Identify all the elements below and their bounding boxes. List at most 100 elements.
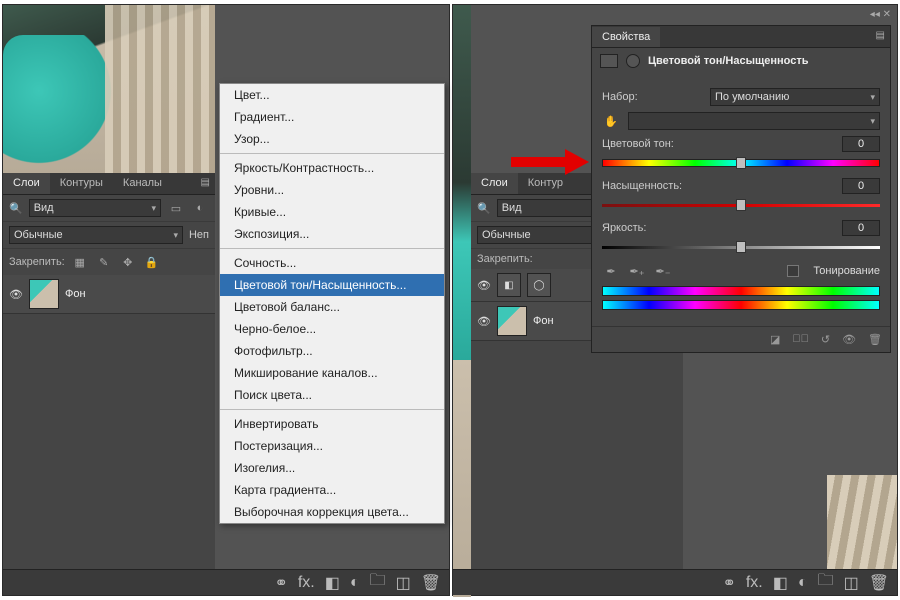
tab-channels[interactable]: Каналы: [113, 173, 172, 194]
saturation-slider[interactable]: [602, 200, 880, 210]
properties-panel: Свойства ▤ Цветовой тон/Насыщенность Наб…: [591, 25, 891, 353]
clip-to-layer-icon[interactable]: ◪: [770, 333, 780, 346]
layers-panel: Слои Контуры Каналы ▤ 🔍 Вид ▭ ◐ Обычные …: [3, 173, 215, 585]
channel-dropdown[interactable]: [628, 112, 880, 130]
panel-menu-icon[interactable]: ▤: [876, 30, 886, 41]
filter-image-icon[interactable]: ▭: [167, 199, 185, 217]
adjustment-title: Цветовой тон/Насыщенность: [592, 48, 890, 74]
opacity-label: Неп: [189, 229, 209, 241]
layer-name-label: Фон: [65, 288, 86, 300]
menu-invert[interactable]: Инвертировать: [220, 413, 444, 435]
colorize-label: Тонирование: [813, 265, 880, 277]
reset-icon[interactable]: ↺: [821, 333, 830, 346]
mask-thumbnail[interactable]: ◯: [527, 273, 551, 297]
search-icon: 🔍: [9, 202, 23, 215]
layer-name-label: Фон: [533, 315, 554, 327]
menu-photo-filter[interactable]: Фотофильтр...: [220, 340, 444, 362]
layer-filter-dropdown[interactable]: Вид: [29, 199, 161, 217]
tab-properties[interactable]: Свойства: [592, 27, 660, 47]
hue-value[interactable]: 0: [842, 136, 880, 152]
new-layer-icon[interactable]: ◫: [396, 573, 411, 593]
adjustment-icon[interactable]: ◐: [798, 574, 808, 592]
panel-collapse-controls[interactable]: ◂◂ ✕: [591, 9, 891, 23]
tab-paths[interactable]: Контуры: [50, 173, 113, 194]
tab-paths[interactable]: Контур: [518, 173, 573, 194]
hue-slider[interactable]: [602, 158, 880, 168]
tab-layers[interactable]: Слои: [3, 173, 50, 194]
menu-hue-saturation[interactable]: Цветовой тон/Насыщенность...: [220, 274, 444, 296]
trash-icon[interactable]: 🗑: [421, 573, 441, 593]
mask-icon: [626, 54, 640, 68]
mask-icon[interactable]: ◧: [325, 573, 340, 593]
blend-mode-dropdown[interactable]: Обычные: [9, 226, 183, 244]
menu-selective-color[interactable]: Выборочная коррекция цвета...: [220, 501, 444, 523]
visibility-icon[interactable]: 👁: [9, 288, 23, 301]
menu-exposure[interactable]: Экспозиция...: [220, 223, 444, 245]
menu-separator: [220, 409, 444, 410]
saturation-value[interactable]: 0: [842, 178, 880, 194]
hue-label: Цветовой тон:: [602, 138, 702, 150]
properties-bottom-bar: ◪ 👁⃒ ↺ 👁 🗑: [592, 326, 890, 352]
search-icon: 🔍: [477, 202, 491, 215]
menu-separator: [220, 248, 444, 249]
menu-curves[interactable]: Кривые...: [220, 201, 444, 223]
new-layer-icon[interactable]: ◫: [844, 573, 859, 593]
lock-move-icon[interactable]: ✥: [119, 253, 137, 271]
menu-color-lookup[interactable]: Поиск цвета...: [220, 384, 444, 406]
visibility-icon[interactable]: 👁: [477, 315, 491, 328]
mask-icon[interactable]: ◧: [773, 573, 788, 593]
menu-gradient-map[interactable]: Карта градиента...: [220, 479, 444, 501]
filter-adjust-icon[interactable]: ◐: [191, 199, 209, 217]
eyedropper-minus-icon[interactable]: ✒₋: [654, 262, 672, 280]
menu-gradient[interactable]: Градиент...: [220, 106, 444, 128]
menu-threshold[interactable]: Изогелия...: [220, 457, 444, 479]
lightness-slider[interactable]: [602, 242, 880, 252]
folder-icon[interactable]: 🗀: [370, 569, 386, 596]
menu-color-balance[interactable]: Цветовой баланс...: [220, 296, 444, 318]
link-layers-icon[interactable]: ⚭: [274, 573, 287, 593]
lock-pixels-icon[interactable]: ▦: [71, 253, 89, 271]
layers-bottom-bar: ⚭ fx. ◧ ◐ 🗀 ◫ 🗑: [3, 569, 449, 595]
tab-layers[interactable]: Слои: [471, 173, 518, 194]
lock-label: Закрепить:: [477, 253, 533, 265]
colorize-checkbox[interactable]: [787, 265, 799, 277]
fx-icon[interactable]: fx.: [746, 574, 763, 592]
lock-brush-icon[interactable]: ✎: [95, 253, 113, 271]
toggle-visibility-icon[interactable]: 👁: [842, 333, 856, 346]
view-previous-icon[interactable]: 👁⃒: [792, 333, 809, 346]
lightness-value[interactable]: 0: [842, 220, 880, 236]
folder-icon[interactable]: 🗀: [818, 569, 834, 596]
layer-thumbnail[interactable]: [29, 279, 59, 309]
menu-brightness[interactable]: Яркость/Контрастность...: [220, 157, 444, 179]
color-range-bar-top: [602, 286, 880, 296]
visibility-icon[interactable]: 👁: [477, 279, 491, 292]
delete-adjustment-icon[interactable]: 🗑: [868, 333, 882, 346]
saturation-label: Насыщенность:: [602, 180, 702, 192]
menu-levels[interactable]: Уровни...: [220, 179, 444, 201]
panel-tabs: Слои Контуры Каналы ▤: [3, 173, 215, 195]
menu-vibrance[interactable]: Сочность...: [220, 252, 444, 274]
panel-menu-icon[interactable]: ▤: [201, 177, 211, 188]
adjustment-thumbnail[interactable]: ◧: [497, 273, 521, 297]
menu-black-white[interactable]: Черно-белое...: [220, 318, 444, 340]
menu-channel-mixer[interactable]: Микширование каналов...: [220, 362, 444, 384]
adjustment-context-menu: Цвет... Градиент... Узор... Яркость/Конт…: [219, 83, 445, 524]
layer-row-background[interactable]: 👁 Фон: [3, 275, 215, 314]
target-adjust-icon[interactable]: ✋: [602, 112, 620, 130]
lock-all-icon[interactable]: 🔒: [143, 253, 161, 271]
menu-solid-color[interactable]: Цвет...: [220, 84, 444, 106]
menu-pattern[interactable]: Узор...: [220, 128, 444, 150]
fx-icon[interactable]: fx.: [298, 574, 315, 592]
eyedropper-plus-icon[interactable]: ✒₊: [628, 262, 646, 280]
adjustment-type-icon: [600, 54, 618, 68]
link-layers-icon[interactable]: ⚭: [722, 573, 735, 593]
preset-dropdown[interactable]: По умолчанию: [710, 88, 880, 106]
eyedropper-icon[interactable]: ✒: [602, 262, 620, 280]
preset-label: Набор:: [602, 91, 702, 103]
menu-posterize[interactable]: Постеризация...: [220, 435, 444, 457]
adjustment-icon[interactable]: ◐: [350, 574, 360, 592]
color-range-bar-bottom: [602, 300, 880, 310]
canvas-preview: [453, 5, 471, 597]
trash-icon[interactable]: 🗑: [869, 573, 889, 593]
layer-thumbnail[interactable]: [497, 306, 527, 336]
